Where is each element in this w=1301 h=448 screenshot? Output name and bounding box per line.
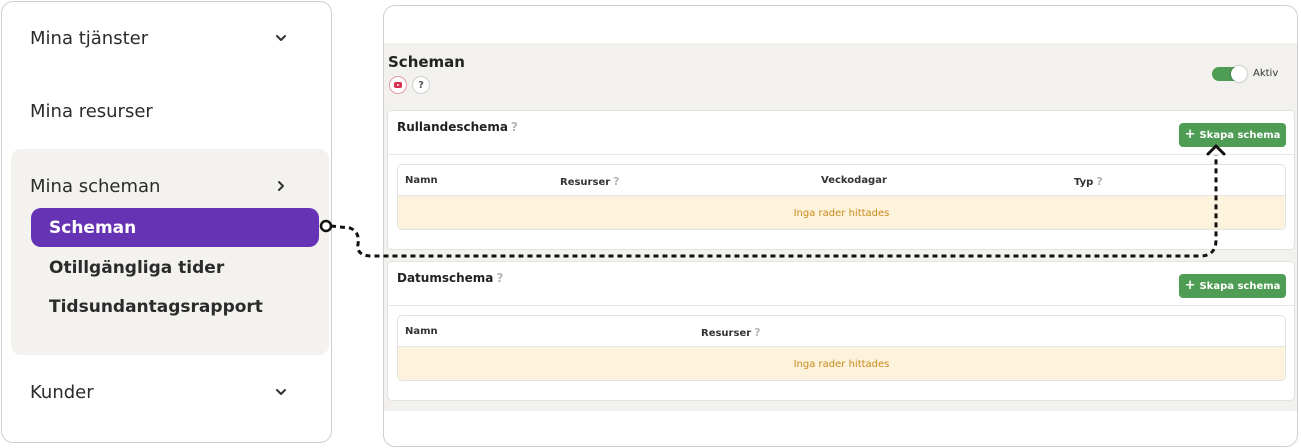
column-header-text: Typ [1074,177,1094,188]
button-label: Skapa schema [1199,280,1281,292]
rolling-schedule-table: Namn Resurser? Veckodagar Typ? Inga rade… [397,164,1286,230]
card-title: Rullandeschema? [397,120,518,134]
app-panel: Scheman ? Aktiv Rullandeschema? + Skapa … [383,5,1298,447]
help-icon[interactable]: ? [412,76,430,94]
column-header[interactable]: Namn [405,326,438,337]
sidebar-item-label: Mina resurser [30,100,153,122]
plus-icon: + [1184,278,1196,293]
sidebar-item-mina-tjanster[interactable]: Mina tjänster [30,25,287,51]
chevron-down-icon [276,35,286,41]
sidebar-item-mina-scheman[interactable]: Mina scheman [30,173,287,199]
active-toggle-label: Aktiv [1253,68,1279,79]
date-schedule-table: Namn Resurser? Inga rader hittades [397,315,1286,381]
sidebar-item-label: Kunder [30,381,94,403]
sidebar-subitem-otillgangliga-tider[interactable]: Otillgängliga tider [49,258,224,278]
video-tutorial-icon[interactable] [389,76,407,94]
sidebar-item-mina-resurser[interactable]: Mina resurser [30,98,287,124]
column-header[interactable]: Namn [405,175,438,186]
sidebar-subitem-scheman[interactable]: Scheman [31,208,319,247]
card-title: Datumschema? [397,271,503,285]
button-label: Skapa schema [1199,129,1281,141]
divider [388,305,1294,306]
empty-row: Inga rader hittades [398,196,1285,229]
rolling-schedule-card: Rullandeschema? + Skapa schema Namn Resu… [387,110,1295,250]
column-header[interactable]: Resurser? [701,326,761,339]
table-header: Namn Resurser? Veckodagar Typ? [398,165,1285,196]
sidebar-item-label: Mina scheman [30,175,161,197]
page-content: Scheman ? Aktiv Rullandeschema? + Skapa … [384,43,1297,411]
column-header-text: Resurser [560,177,611,188]
column-header-text: Resurser [701,328,752,339]
table-header: Namn Resurser? [398,316,1285,347]
create-date-schedule-button[interactable]: + Skapa schema [1179,274,1286,298]
card-title-text: Datumschema [397,271,494,285]
chevron-right-icon [278,181,284,191]
sidebar-panel: Mina tjänster Mina resurser Mina scheman… [1,1,332,443]
card-title-text: Rullandeschema [397,120,508,134]
question-icon[interactable]: ? [511,120,518,134]
sidebar-subitem-tidsundantagsrapport[interactable]: Tidsundantagsrapport [49,297,263,317]
empty-row: Inga rader hittades [398,347,1285,380]
active-toggle[interactable] [1212,66,1247,82]
sidebar-item-kunder[interactable]: Kunder [30,379,287,405]
column-header[interactable]: Veckodagar [821,175,887,186]
divider [388,154,1294,155]
create-rolling-schedule-button[interactable]: + Skapa schema [1179,123,1286,147]
question-icon[interactable]: ? [496,271,503,285]
question-icon[interactable]: ? [613,175,619,188]
column-header[interactable]: Resurser? [560,175,620,188]
column-header[interactable]: Typ? [1074,175,1103,188]
sidebar-item-label: Mina tjänster [30,27,149,49]
question-icon[interactable]: ? [1096,175,1102,188]
date-schedule-card: Datumschema? + Skapa schema Namn Resurse… [387,261,1295,401]
plus-icon: + [1184,127,1196,142]
page-title: Scheman [388,53,465,71]
question-icon[interactable]: ? [754,326,760,339]
chevron-down-icon [276,389,286,395]
